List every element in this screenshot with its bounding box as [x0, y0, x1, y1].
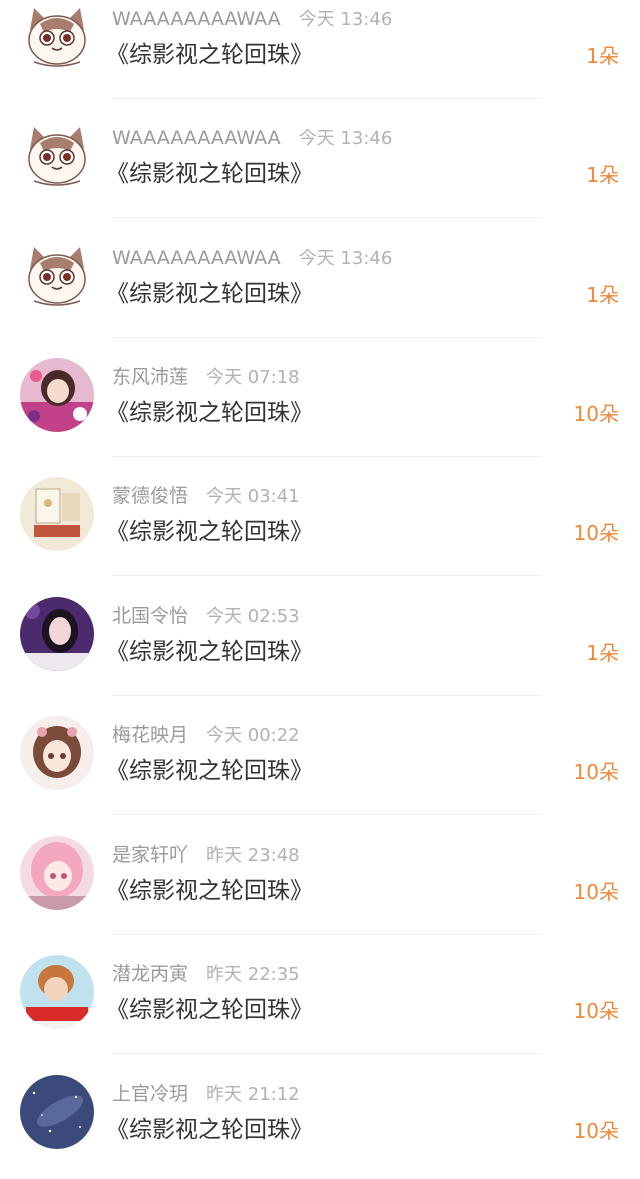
girl-photo-avatar[interactable] — [20, 597, 94, 671]
list-item[interactable]: 是家轩吖 昨天 23:48 《综影视之轮回珠》 10朵 — [0, 836, 640, 956]
list-item[interactable]: 潜龙丙寅 昨天 22:35 《综影视之轮回珠》 10朵 — [0, 955, 640, 1075]
divider — [112, 1053, 542, 1054]
anime-girl-icon — [20, 358, 94, 432]
gift-count: 1朵 — [586, 44, 619, 68]
user-line: 蒙德俊悟 今天 03:41 — [112, 484, 300, 509]
book-title[interactable]: 《综影视之轮回珠》 — [106, 756, 313, 786]
cat-icon — [20, 239, 94, 313]
user-name[interactable]: WAAAAAAAAWAA — [112, 127, 281, 149]
cat-avatar[interactable] — [20, 119, 94, 193]
gift-count: 1朵 — [586, 163, 619, 187]
book-title[interactable]: 《综影视之轮回珠》 — [106, 40, 313, 70]
cat-avatar[interactable] — [20, 0, 94, 74]
book-title[interactable]: 《综影视之轮回珠》 — [106, 159, 313, 189]
gift-time: 昨天 23:48 — [206, 845, 300, 866]
cat-avatar[interactable] — [20, 239, 94, 313]
list-item[interactable]: 东风沛莲 今天 07:18 《综影视之轮回珠》 10朵 — [0, 358, 640, 478]
gift-time: 今天 13:46 — [298, 248, 393, 269]
doll-icon — [20, 716, 94, 790]
divider — [112, 456, 542, 457]
divider — [112, 695, 542, 696]
user-name[interactable]: 北国令怡 — [112, 605, 188, 627]
book-title[interactable]: 《综影视之轮回珠》 — [106, 876, 313, 906]
divider — [112, 814, 542, 815]
user-line: 北国令怡 今天 02:53 — [112, 604, 300, 629]
girl-photo-icon — [20, 597, 94, 671]
user-line: WAAAAAAAAWAA 今天 13:46 — [112, 7, 392, 32]
user-line: 东风沛莲 今天 07:18 — [112, 365, 300, 390]
divider — [112, 217, 542, 218]
boy-avatar[interactable] — [20, 955, 94, 1029]
pink-hair-avatar[interactable] — [20, 836, 94, 910]
book-title[interactable]: 《综影视之轮回珠》 — [106, 279, 313, 309]
user-name[interactable]: 是家轩吖 — [112, 844, 188, 866]
list-item[interactable]: WAAAAAAAAWAA 今天 13:46 《综影视之轮回珠》 1朵 — [0, 119, 640, 239]
divider — [112, 934, 542, 935]
gift-time: 今天 00:22 — [206, 725, 300, 746]
divider — [112, 337, 542, 338]
pink-hair-icon — [20, 836, 94, 910]
gift-count: 10朵 — [573, 880, 619, 904]
book-title[interactable]: 《综影视之轮回珠》 — [106, 637, 313, 667]
book-title[interactable]: 《综影视之轮回珠》 — [106, 398, 313, 428]
user-name[interactable]: 梅花映月 — [112, 724, 188, 746]
list-item[interactable]: 蒙德俊悟 今天 03:41 《综影视之轮回珠》 10朵 — [0, 477, 640, 597]
gift-count: 10朵 — [573, 760, 619, 784]
list-item[interactable]: 上官冷玥 昨天 21:12 《综影视之轮回珠》 10朵 — [0, 1075, 640, 1179]
user-line: 潜龙丙寅 昨天 22:35 — [112, 962, 300, 987]
gift-count: 10朵 — [573, 521, 619, 545]
user-line: WAAAAAAAAWAA 今天 13:46 — [112, 246, 392, 271]
gift-time: 今天 07:18 — [206, 367, 300, 388]
gift-count: 1朵 — [586, 641, 619, 665]
gift-list: WAAAAAAAAWAA 今天 13:46 《综影视之轮回珠》 1朵 WAAAA… — [0, 0, 640, 1179]
gift-time: 今天 03:41 — [206, 486, 300, 507]
gift-count: 1朵 — [586, 283, 619, 307]
gift-time: 今天 13:46 — [298, 128, 393, 149]
book-title[interactable]: 《综影视之轮回珠》 — [106, 995, 313, 1025]
cake-icon — [20, 477, 94, 551]
doll-avatar[interactable] — [20, 716, 94, 790]
divider — [112, 98, 542, 99]
galaxy-icon — [20, 1075, 94, 1149]
cat-icon — [20, 119, 94, 193]
boy-icon — [20, 955, 94, 1029]
user-line: 梅花映月 今天 00:22 — [112, 723, 300, 748]
user-name[interactable]: 上官冷玥 — [112, 1083, 188, 1105]
user-name[interactable]: 东风沛莲 — [112, 366, 188, 388]
anime-girl-avatar[interactable] — [20, 358, 94, 432]
list-item[interactable]: WAAAAAAAAWAA 今天 13:46 《综影视之轮回珠》 1朵 — [0, 0, 640, 120]
divider — [112, 575, 542, 576]
user-line: 上官冷玥 昨天 21:12 — [112, 1082, 300, 1107]
cake-avatar[interactable] — [20, 477, 94, 551]
list-item[interactable]: 梅花映月 今天 00:22 《综影视之轮回珠》 10朵 — [0, 716, 640, 836]
user-line: 是家轩吖 昨天 23:48 — [112, 843, 300, 868]
list-item[interactable]: WAAAAAAAAWAA 今天 13:46 《综影视之轮回珠》 1朵 — [0, 239, 640, 359]
cat-icon — [20, 0, 94, 74]
user-name[interactable]: WAAAAAAAAWAA — [112, 8, 281, 30]
user-name[interactable]: 潜龙丙寅 — [112, 963, 188, 985]
gift-count: 10朵 — [573, 999, 619, 1023]
gift-time: 昨天 21:12 — [206, 1084, 300, 1105]
user-line: WAAAAAAAAWAA 今天 13:46 — [112, 126, 392, 151]
gift-count: 10朵 — [573, 1119, 619, 1143]
user-name[interactable]: 蒙德俊悟 — [112, 485, 188, 507]
user-name[interactable]: WAAAAAAAAWAA — [112, 247, 281, 269]
galaxy-avatar[interactable] — [20, 1075, 94, 1149]
list-item[interactable]: 北国令怡 今天 02:53 《综影视之轮回珠》 1朵 — [0, 597, 640, 717]
gift-count: 10朵 — [573, 402, 619, 426]
book-title[interactable]: 《综影视之轮回珠》 — [106, 517, 313, 547]
gift-time: 今天 02:53 — [206, 606, 300, 627]
book-title[interactable]: 《综影视之轮回珠》 — [106, 1115, 313, 1145]
gift-time: 昨天 22:35 — [206, 964, 300, 985]
gift-time: 今天 13:46 — [298, 9, 393, 30]
